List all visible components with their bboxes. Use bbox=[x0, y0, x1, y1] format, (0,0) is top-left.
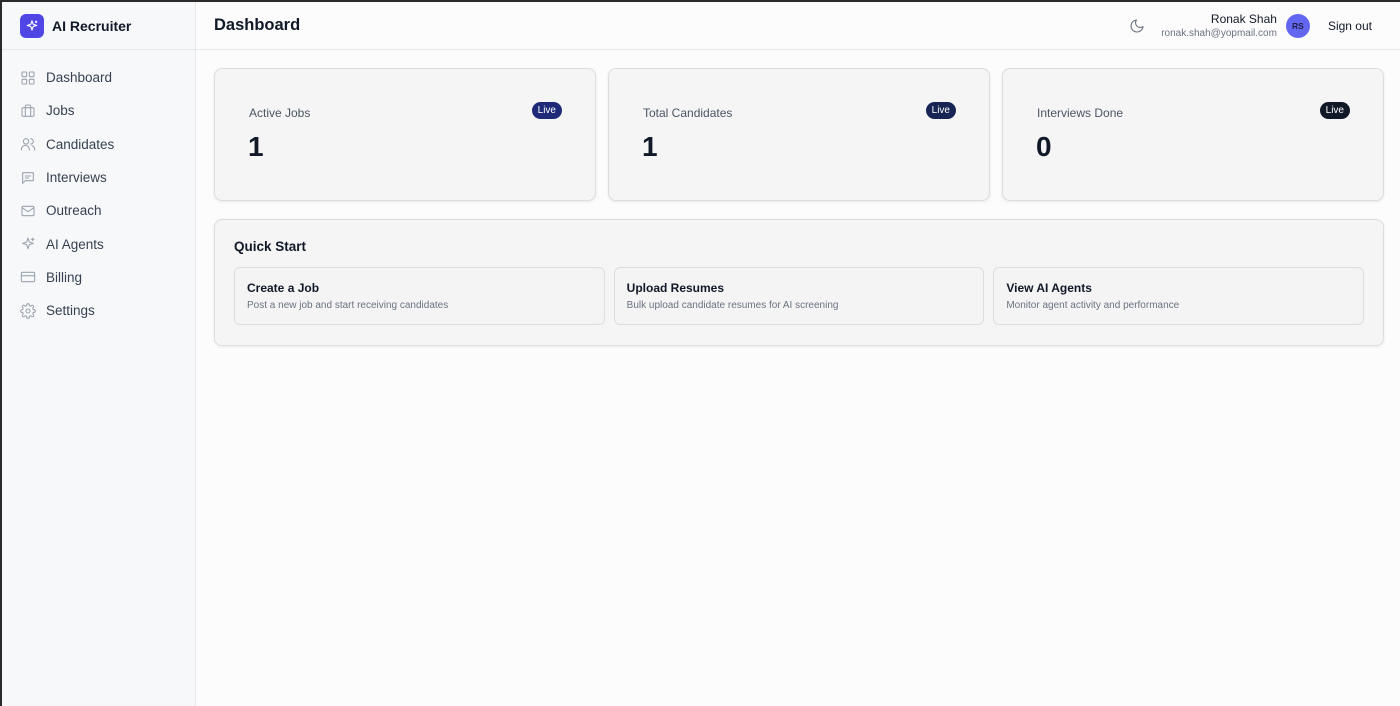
stat-card-total-candidates: Total Candidates 1 Live bbox=[608, 68, 990, 201]
sidebar-item-label: Billing bbox=[46, 269, 83, 285]
sidebar-item-dashboard[interactable]: Dashboard bbox=[2, 61, 195, 94]
main-content: Active Jobs 1 Live Total Candidates 1 Li… bbox=[214, 68, 1384, 346]
user-name: Ronak Shah bbox=[1210, 12, 1277, 26]
quick-start-grid: Create a Job Post a new job and start re… bbox=[234, 267, 1365, 325]
quick-start-panel: Quick Start Create a Job Post a new job … bbox=[214, 219, 1384, 346]
brand[interactable]: AI Recruiter bbox=[2, 2, 195, 50]
sidebar-item-label: Jobs bbox=[46, 103, 75, 119]
avatar[interactable]: RS bbox=[1285, 14, 1310, 38]
quick-start-item-title: Upload Resumes bbox=[626, 281, 725, 295]
quick-start-item-title: View AI Agents bbox=[1006, 281, 1092, 295]
page-title: Dashboard bbox=[214, 16, 301, 34]
stat-card-interviews-done: Interviews Done 0 Live bbox=[1002, 68, 1384, 201]
sign-out-button[interactable]: Sign out bbox=[1328, 19, 1372, 33]
credit-card-icon bbox=[20, 272, 36, 283]
live-badge: Live bbox=[925, 102, 956, 119]
user-info: Ronak Shah ronak.shah@yopmail.com bbox=[1161, 12, 1277, 40]
briefcase-icon bbox=[21, 104, 35, 117]
sparkles-logo-icon bbox=[20, 13, 44, 38]
theme-toggle-button[interactable] bbox=[1129, 18, 1145, 34]
message-icon bbox=[22, 171, 34, 184]
brand-name: AI Recruiter bbox=[52, 17, 132, 34]
quick-start-upload-resumes[interactable]: Upload Resumes Bulk upload candidate res… bbox=[613, 267, 985, 325]
sidebar-nav: Dashboard Jobs Candidates Interviews Out… bbox=[2, 50, 195, 327]
moon-icon bbox=[1130, 19, 1144, 33]
sidebar: AI Recruiter Dashboard Jobs Candidates I… bbox=[2, 2, 196, 706]
quick-start-view-ai-agents[interactable]: View AI Agents Monitor agent activity an… bbox=[993, 267, 1365, 325]
quick-start-item-desc: Post a new job and start receiving candi… bbox=[247, 300, 449, 311]
quick-start-item-desc: Bulk upload candidate resumes for AI scr… bbox=[626, 300, 839, 311]
stat-card-active-jobs: Active Jobs 1 Live bbox=[214, 68, 596, 201]
stat-value: 1 bbox=[642, 131, 658, 162]
quick-start-item-desc: Monitor agent activity and performance bbox=[1006, 300, 1180, 311]
sidebar-item-ai-agents[interactable]: AI Agents bbox=[2, 227, 195, 260]
sidebar-item-outreach[interactable]: Outreach bbox=[2, 194, 195, 227]
users-icon bbox=[20, 138, 36, 151]
mail-icon bbox=[21, 205, 35, 217]
quick-start-item-title: Create a Job bbox=[247, 281, 320, 295]
sidebar-item-billing[interactable]: Billing bbox=[2, 261, 195, 294]
sidebar-item-settings[interactable]: Settings bbox=[2, 294, 195, 327]
sidebar-item-label: Settings bbox=[46, 303, 95, 319]
sidebar-item-label: Interviews bbox=[46, 170, 107, 186]
quick-start-title: Quick Start bbox=[234, 239, 307, 254]
sidebar-item-label: Dashboard bbox=[46, 70, 113, 86]
stat-label: Interviews Done bbox=[1037, 106, 1124, 120]
live-badge: Live bbox=[1319, 102, 1350, 119]
sidebar-item-candidates[interactable]: Candidates bbox=[2, 128, 195, 161]
quick-start-create-job[interactable]: Create a Job Post a new job and start re… bbox=[234, 267, 605, 325]
stats-row: Active Jobs 1 Live Total Candidates 1 Li… bbox=[214, 68, 1384, 201]
stat-value: 0 bbox=[1036, 131, 1052, 162]
stat-label: Active Jobs bbox=[249, 106, 311, 120]
sidebar-item-jobs[interactable]: Jobs bbox=[2, 94, 195, 127]
header-actions: Ronak Shah ronak.shah@yopmail.com RS Sig… bbox=[1129, 2, 1400, 50]
app-window: AI Recruiter Dashboard Jobs Candidates I… bbox=[0, 0, 1400, 706]
user-email: ronak.shah@yopmail.com bbox=[1161, 28, 1277, 39]
sidebar-item-label: Outreach bbox=[46, 203, 102, 219]
live-badge: Live bbox=[531, 102, 562, 119]
stat-value: 1 bbox=[248, 131, 264, 162]
gear-icon bbox=[20, 302, 36, 319]
sidebar-item-label: Candidates bbox=[46, 136, 115, 152]
sparkles-icon bbox=[22, 237, 35, 250]
stat-label: Total Candidates bbox=[643, 106, 733, 120]
top-header: Dashboard Ronak Shah ronak.shah@yopmail.… bbox=[196, 2, 1400, 50]
sidebar-item-interviews[interactable]: Interviews bbox=[2, 161, 195, 194]
sidebar-item-label: AI Agents bbox=[46, 236, 104, 252]
grid-icon bbox=[21, 71, 35, 85]
